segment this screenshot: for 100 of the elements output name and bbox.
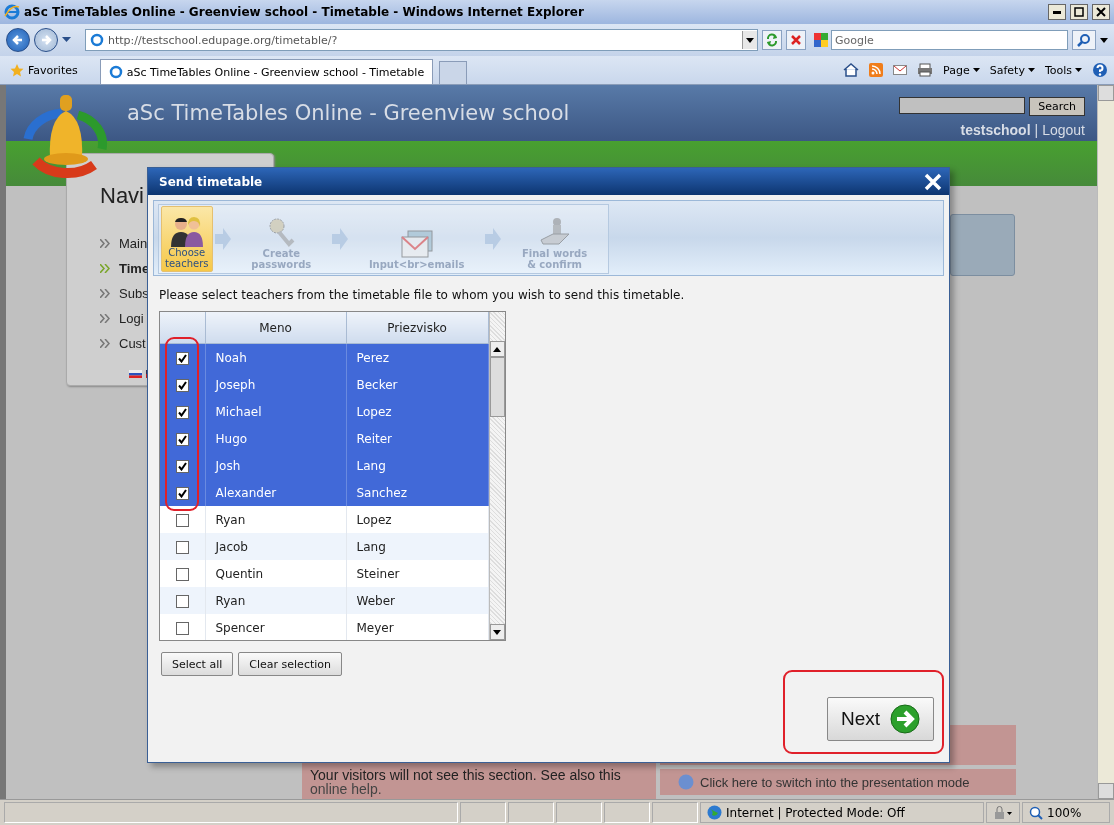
search-button[interactable] bbox=[1072, 30, 1096, 50]
close-icon bbox=[1096, 7, 1106, 17]
close-button[interactable] bbox=[1092, 4, 1110, 20]
table-cell: Alexander bbox=[205, 479, 346, 506]
nav-link[interactable]: Main bbox=[119, 236, 148, 251]
maximize-button[interactable] bbox=[1070, 4, 1088, 20]
select-all-button[interactable]: Select all bbox=[161, 652, 234, 676]
table-cell: Sanchez bbox=[346, 479, 488, 506]
status-panel bbox=[604, 802, 650, 823]
status-panel bbox=[556, 802, 602, 823]
site-search-field[interactable] bbox=[899, 97, 1026, 114]
checkbox[interactable] bbox=[175, 540, 189, 554]
column-header[interactable]: Meno bbox=[205, 312, 346, 344]
checkbox[interactable] bbox=[175, 459, 189, 473]
window-title: aSc TimeTables Online - Greenview school - Timetable - Windows Internet Explorer bbox=[24, 5, 585, 19]
command-menu[interactable]: Page bbox=[943, 63, 980, 77]
dialog-title: Send timetable bbox=[159, 174, 263, 189]
checkbox[interactable] bbox=[175, 378, 189, 392]
checkbox[interactable] bbox=[175, 513, 189, 527]
checkbox[interactable] bbox=[175, 432, 189, 446]
star-icon bbox=[10, 63, 24, 77]
globe-icon bbox=[707, 805, 722, 820]
help-icon[interactable] bbox=[1092, 62, 1108, 78]
refresh-button[interactable] bbox=[762, 30, 782, 50]
security-zone-text: Internet | Protected Mode: Off bbox=[726, 805, 905, 820]
caret-icon bbox=[1075, 68, 1082, 72]
status-panel bbox=[652, 802, 698, 823]
dropdown-icon[interactable] bbox=[1100, 37, 1108, 43]
checkbox[interactable] bbox=[175, 405, 189, 419]
browser-logo-icon bbox=[4, 4, 20, 20]
checkbox[interactable] bbox=[175, 486, 189, 500]
globe-icon bbox=[678, 774, 694, 790]
site-search-button[interactable]: Search bbox=[1029, 97, 1085, 116]
table-cell: Jacob bbox=[205, 533, 346, 560]
column-header[interactable]: Priezvisko bbox=[346, 312, 488, 344]
username: testschool bbox=[960, 122, 1031, 138]
back-button[interactable] bbox=[6, 28, 30, 52]
zoom-control[interactable]: 100% bbox=[1022, 802, 1110, 823]
stamp-icon bbox=[538, 216, 571, 248]
close-icon bbox=[923, 171, 943, 192]
feed-icon[interactable] bbox=[869, 63, 884, 77]
presentation-link[interactable]: Click here to switch into the presentation mode bbox=[660, 769, 1016, 795]
status-panel bbox=[508, 802, 554, 823]
clear-selection-button[interactable]: Clear selection bbox=[238, 652, 342, 676]
people-icon bbox=[168, 215, 205, 247]
scrollbar-thumb[interactable] bbox=[489, 357, 505, 417]
forward-arrow-icon bbox=[40, 34, 52, 46]
minimize-icon bbox=[1053, 10, 1061, 14]
mail-icon[interactable] bbox=[893, 65, 908, 75]
page-icon bbox=[90, 33, 104, 47]
wizard-step[interactable]: Choose teachers bbox=[161, 206, 213, 272]
flag-icon[interactable] bbox=[129, 370, 142, 378]
caret-icon bbox=[972, 68, 980, 72]
search-icon bbox=[1077, 33, 1091, 47]
checkbox[interactable] bbox=[175, 594, 189, 608]
step-arrow-icon bbox=[332, 227, 349, 251]
search-provider-icon bbox=[814, 33, 828, 47]
lock-icon[interactable] bbox=[993, 805, 1013, 820]
logout-link[interactable]: Logout bbox=[1042, 122, 1085, 138]
caret-icon bbox=[1027, 68, 1035, 72]
instruction-text: Please select teachers from the timetable file to whom you wish to send this timetable. bbox=[159, 288, 686, 302]
refresh-icon bbox=[765, 33, 779, 47]
envelope-icon bbox=[399, 229, 434, 259]
command-menu[interactable]: Safety bbox=[989, 63, 1035, 77]
address-field[interactable]: http://testschool.edupage.org/timetable/? bbox=[85, 29, 758, 51]
dropdown-icon[interactable] bbox=[62, 37, 71, 43]
maximize-icon bbox=[1074, 7, 1084, 17]
nav-link[interactable]: Logi bbox=[119, 311, 144, 326]
status-panel bbox=[460, 802, 506, 823]
checkbox[interactable] bbox=[175, 351, 189, 365]
stop-button[interactable] bbox=[786, 30, 806, 50]
separator-text: | bbox=[1034, 122, 1039, 138]
home-icon[interactable] bbox=[843, 63, 860, 77]
printer-icon[interactable] bbox=[917, 63, 934, 77]
favorites-button[interactable]: Favorites bbox=[6, 58, 82, 82]
command-menu[interactable]: Tools bbox=[1044, 63, 1082, 77]
nav-link[interactable]: Subs bbox=[119, 286, 149, 301]
page-icon bbox=[108, 65, 123, 79]
table-cell: Spencer bbox=[205, 614, 346, 640]
caret-icon bbox=[746, 37, 754, 43]
browser-tab[interactable]: aSc TimeTables Online - Greenview school - Timetable bbox=[99, 59, 434, 84]
step-arrow-icon bbox=[485, 227, 502, 251]
site-title: aSc TimeTables Online - Greenview school bbox=[127, 101, 571, 125]
table-cell: Meyer bbox=[346, 614, 488, 640]
next-button[interactable]: Next bbox=[827, 697, 934, 741]
forward-button[interactable] bbox=[34, 28, 58, 52]
back-arrow-icon bbox=[12, 34, 24, 46]
table-cell: Ryan bbox=[205, 587, 346, 614]
checkbox[interactable] bbox=[175, 621, 189, 635]
help-link[interactable]: online help. bbox=[310, 781, 382, 797]
zoom-icon bbox=[1029, 805, 1043, 820]
table-cell: Lang bbox=[346, 533, 488, 560]
nav-heading: Navi bbox=[100, 183, 145, 209]
checkbox[interactable] bbox=[175, 567, 189, 581]
table-cell: Weber bbox=[346, 587, 488, 614]
nav-link[interactable]: Cust bbox=[119, 336, 146, 351]
minimize-button[interactable] bbox=[1048, 4, 1066, 20]
search-field[interactable]: Google bbox=[831, 30, 1068, 50]
info-panel bbox=[950, 214, 1015, 276]
dropdown-button[interactable] bbox=[742, 31, 757, 49]
